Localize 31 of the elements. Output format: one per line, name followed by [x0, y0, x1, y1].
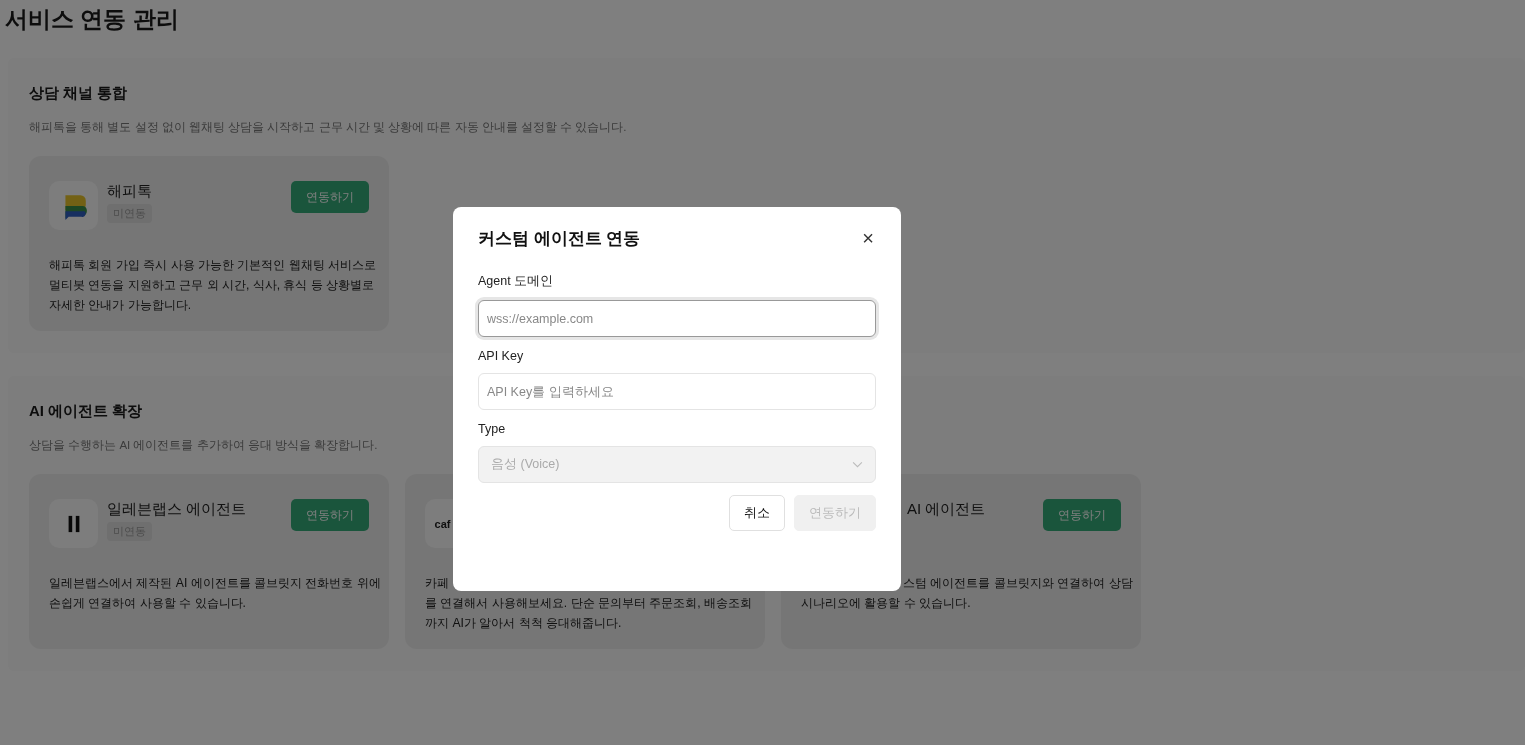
card-title: 일레븐랩스 에이전트 [107, 499, 247, 519]
card-description-line: 일레븐랩스에서 제작된 AI 에이전트를 콜브릿지 전화번호 위에 [49, 575, 381, 592]
card-description-line: 자세한 안내가 가능합니다. [49, 297, 192, 314]
card-description-line: 스텀 에이전트를 콜브릿지와 연결하여 상담 [903, 575, 1133, 592]
field-label: Agent 도메인 [478, 273, 555, 290]
card-description-line: 를 연결해서 사용해보세요. 단순 문의부터 주문조회, 배송조회 [425, 595, 753, 612]
logo-text: caf [434, 517, 451, 530]
card-title: 해피톡 [107, 181, 152, 201]
section-title: AI 에이전트 확장 [29, 402, 144, 421]
card-title: AI 에이전트 [907, 499, 986, 519]
section-description: 해피톡을 통해 별도 설정 없이 웹채팅 상담을 시작하고 근무 시간 및 상황에 따른 자동 안내를 설정할 수 있습니다. [29, 120, 628, 135]
two-bars-icon [66, 514, 81, 533]
card-description-line: 해피톡 회원 가입 즉시 사용 가능한 기본적인 웹채팅 서비스로 [49, 257, 377, 274]
close-button[interactable]: × [860, 227, 876, 250]
section-description: 상담을 수행하는 AI 에이전트를 추가하여 응대 방식을 확장합니다. [29, 438, 379, 453]
section-title: 상담 채널 통합 [29, 84, 129, 103]
cancel-button[interactable]: 취소 [729, 495, 785, 531]
dialog-title: 커스텀 에이전트 연동 [478, 228, 641, 250]
page-title: 서비스 연동 관리 [4, 5, 180, 34]
card-description-line: 시나리오에 활용할 수 있습니다. [801, 595, 971, 612]
field-label: Type [478, 422, 507, 436]
connect-button[interactable]: 연동하기 [1043, 499, 1121, 531]
card-description-line: 까지 AI가 알아서 척척 응대해줍니다. [425, 615, 622, 632]
field-label: API Key [478, 349, 525, 363]
connect-button[interactable]: 연동하기 [291, 181, 369, 213]
card-description-line: 멀티봇 연동을 지원하고 근무 외 시간, 식사, 휴식 등 상황별로 [49, 277, 375, 294]
card-description-line: 손쉽게 연결하여 사용할 수 있습니다. [49, 595, 246, 612]
connect-button[interactable]: 연동하기 [291, 499, 369, 531]
card-description-line: 카페 [425, 575, 449, 592]
chevron-down-icon [852, 461, 863, 468]
text-input-field[interactable]: wss://example.com [478, 300, 876, 337]
